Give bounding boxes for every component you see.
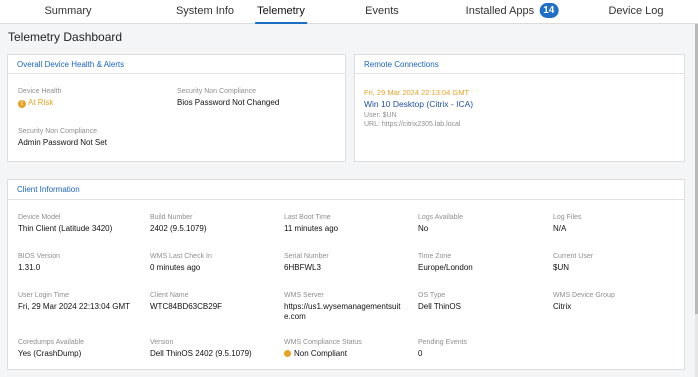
time-zone-label: Time Zone — [418, 253, 452, 260]
tab-installed-apps[interactable]: Installed Apps 14 — [466, 0, 559, 24]
tab-bar: Summary System Info Telemetry Events Ins… — [0, 0, 698, 24]
security-noncompliance-label-2: Security Non Compliance — [18, 128, 97, 135]
client-information-card: Client Information Device Model Thin Cli… — [7, 179, 685, 370]
bios-version-label: BIOS Version — [18, 253, 61, 260]
remote-connections-card: Remote Connections Fri, 29 Mar 2024 22:1… — [354, 54, 685, 162]
wms-server-label: WMS Server — [284, 292, 324, 299]
os-type-label: OS Type — [418, 292, 446, 299]
tab-events[interactable]: Events — [365, 0, 399, 24]
wms-compliance-status: Non Compliant — [294, 349, 347, 358]
pending-events-label: Pending Events — [418, 339, 468, 346]
log-files-label: Log Files — [553, 214, 582, 221]
tab-device-log[interactable]: Device Log — [608, 0, 663, 24]
coredumps-value: Yes (CrashDump) — [18, 349, 82, 358]
client-name-value: WTC84BD63CB29F — [150, 302, 223, 311]
last-boot-value: 11 minutes ago — [284, 224, 339, 233]
build-number-label: Build Number — [150, 214, 193, 221]
remote-connections-title: Remote Connections — [355, 55, 684, 74]
tab-system-info[interactable]: System Info — [176, 0, 234, 24]
last-boot-label: Last Boot Time — [284, 214, 331, 221]
security-noncompliance-value: Bios Password Not Changed — [177, 98, 280, 107]
build-number-value: 2402 (9.5.1079) — [150, 224, 207, 233]
remote-connection-timestamp: Fri, 29 Mar 2024 22:13:04 GMT — [364, 88, 470, 97]
wms-server-value: https://us1.wysemanagementsuite.com — [284, 302, 401, 321]
installed-apps-count-badge: 14 — [539, 3, 559, 18]
serial-number-label: Serial Number — [284, 253, 329, 260]
device-health-status: At Risk — [28, 98, 54, 107]
log-files-value: N/A — [553, 224, 567, 233]
tab-installed-apps-label: Installed Apps — [465, 5, 535, 17]
current-user-value: $UN — [553, 263, 570, 272]
device-health-card-title: Overall Device Health & Alerts — [8, 55, 345, 74]
logs-available-value: No — [418, 224, 429, 233]
device-health-card: Overall Device Health & Alerts Device He… — [7, 54, 346, 162]
os-type-value: Dell ThinOS — [418, 302, 461, 311]
wms-compliance-label: WMS Compliance Status — [284, 339, 362, 346]
coredumps-label: Coredumps Available — [18, 339, 85, 346]
wms-compliance-value: Non Compliant — [284, 349, 347, 358]
alert-icon: ! — [18, 100, 26, 108]
wms-device-group-label: WMS Device Group — [553, 292, 615, 299]
client-name-label: Client Name — [150, 292, 189, 299]
time-zone-value: Europe/London — [418, 263, 473, 272]
device-health-value: ! At Risk — [18, 98, 53, 108]
bios-version-value: 1.31.0 — [18, 263, 41, 272]
user-login-time-value: Fri, 29 Mar 2024 22:13:04 GMT — [18, 302, 131, 311]
wms-last-checkin-label: WMS Last Check In — [150, 253, 212, 260]
security-noncompliance-label: Security Non Compliance — [177, 88, 256, 95]
serial-number-value: 6HBFWL3 — [284, 263, 321, 272]
version-label: Version — [150, 339, 174, 346]
user-login-time-label: User Login Time — [18, 292, 69, 299]
warning-dot-icon — [284, 350, 291, 357]
page-title: Telemetry Dashboard — [8, 30, 123, 44]
client-information-title: Client Information — [8, 180, 684, 200]
device-model-label: Device Model — [18, 214, 61, 221]
device-model-value: Thin Client (Latitude 3420) — [18, 224, 113, 233]
current-user-label: Current User — [553, 253, 594, 260]
wms-last-checkin-value: 0 minutes ago — [150, 263, 201, 272]
version-value: Dell ThinOS 2402 (9.5.1079) — [150, 349, 252, 358]
tab-summary[interactable]: Summary — [44, 0, 91, 24]
remote-connection-url: URL: https://citrix2305.lab.local — [364, 121, 461, 128]
logs-available-label: Logs Available — [418, 214, 464, 221]
wms-device-group-value: Citrix — [553, 302, 572, 311]
remote-connection-session-link[interactable]: Win 10 Desktop (Citrix - ICA) — [364, 99, 473, 109]
pending-events-value: 0 — [418, 349, 423, 358]
security-noncompliance-value-2: Admin Password Not Set — [18, 138, 107, 147]
device-health-label: Device Health — [18, 88, 62, 95]
remote-connection-user: User: $UN — [364, 112, 397, 119]
tab-telemetry[interactable]: Telemetry — [255, 0, 307, 24]
